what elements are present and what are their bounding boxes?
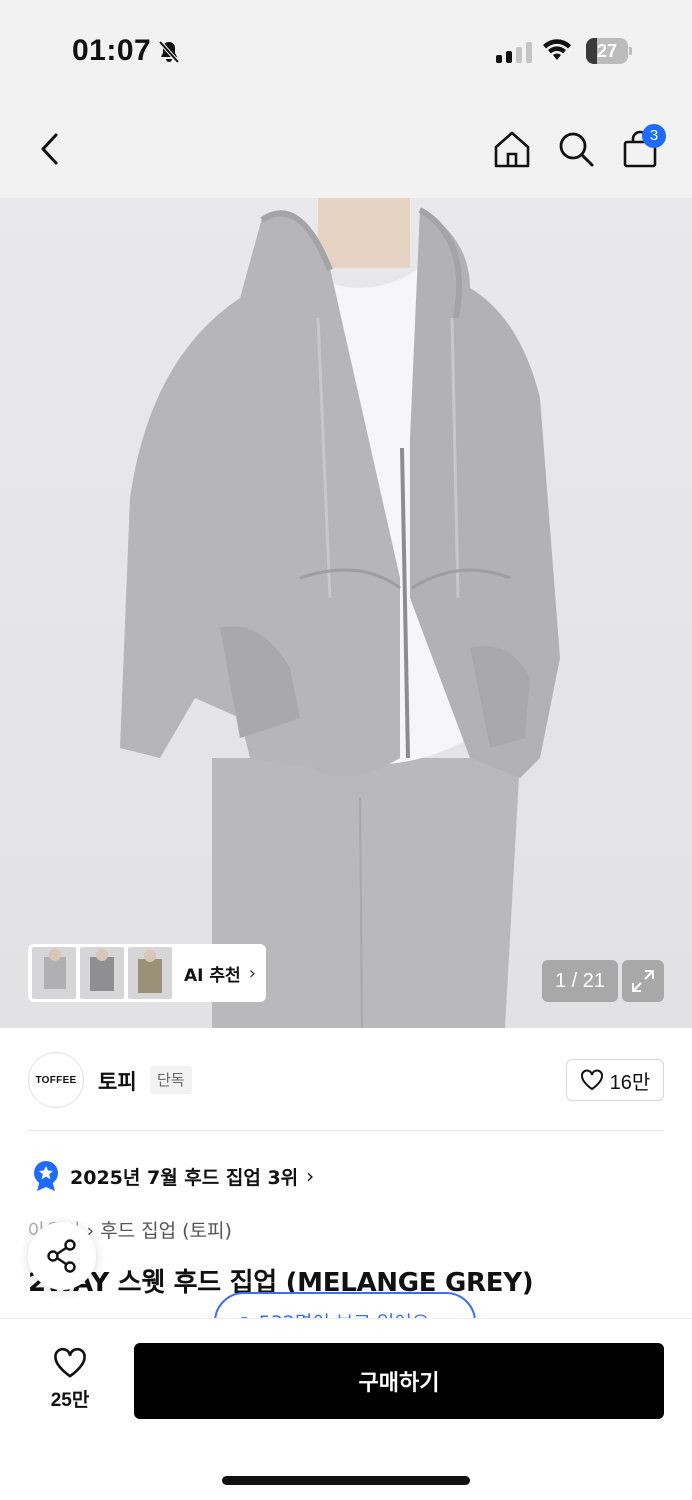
- rank-medal-icon: [34, 1161, 58, 1191]
- chevron-right-icon: ›: [306, 1164, 315, 1188]
- share-icon: [47, 1239, 76, 1273]
- status-bar: 01:07 27: [0, 0, 692, 100]
- home-indicator: [222, 1476, 470, 1485]
- image-counter: 1 / 21: [542, 960, 618, 1002]
- product-like-count: 25만: [50, 1390, 90, 1411]
- brand-logo[interactable]: TOFFEE: [28, 1052, 84, 1108]
- top-nav: 3: [0, 100, 692, 198]
- product-photo: [120, 198, 560, 1028]
- cellular-signal-icon: [496, 41, 532, 63]
- product-like-button[interactable]: 25만: [36, 1347, 104, 1417]
- battery-icon: 27: [586, 38, 632, 64]
- exclusive-tag: 단독: [150, 1066, 192, 1094]
- brand-name[interactable]: 토피: [98, 1066, 137, 1096]
- product-image[interactable]: [0, 198, 692, 1028]
- brand-like-count: 16만: [609, 1071, 651, 1094]
- recommend-thumbnail[interactable]: [32, 947, 76, 999]
- search-button[interactable]: [554, 126, 598, 172]
- wifi-icon: [543, 39, 571, 60]
- ai-recommend-label: AI 추천: [184, 965, 241, 986]
- heart-icon: [580, 1069, 603, 1091]
- chevron-right-icon: ›: [248, 962, 256, 984]
- battery-level: 27: [596, 41, 618, 61]
- share-button[interactable]: [28, 1222, 96, 1290]
- brand-row: TOFFEE 토피 단독 16만: [28, 1052, 664, 1110]
- home-icon: [494, 131, 530, 168]
- ai-recommend-card[interactable]: AI 추천 ›: [28, 944, 266, 1002]
- status-time: 01:07: [72, 34, 152, 67]
- back-button[interactable]: [28, 126, 72, 172]
- breadcrumb-category[interactable]: 후드 집업 (토피): [100, 1220, 232, 1242]
- bottom-action-bar: 25만 구매하기: [0, 1318, 692, 1500]
- bell-muted-icon: [158, 40, 180, 64]
- expand-image-button[interactable]: [622, 960, 664, 1002]
- divider: [28, 1130, 664, 1131]
- heart-icon: [54, 1347, 86, 1378]
- buy-button[interactable]: 구매하기: [134, 1343, 664, 1419]
- brand-like-button[interactable]: 16만: [566, 1059, 664, 1101]
- chevron-left-icon: [41, 133, 58, 165]
- cart-count-badge: 3: [642, 124, 666, 148]
- ranking-link[interactable]: 2025년 7월 후드 집업 3위 ›: [32, 1158, 314, 1194]
- ranking-text: 2025년 7월 후드 집업 3위: [70, 1166, 299, 1189]
- cart-button[interactable]: 3: [618, 124, 666, 172]
- search-icon: [559, 132, 594, 167]
- recommend-thumbnail[interactable]: [128, 947, 172, 999]
- home-button[interactable]: [490, 126, 534, 172]
- recommend-thumbnail[interactable]: [80, 947, 124, 999]
- expand-icon: [632, 970, 654, 992]
